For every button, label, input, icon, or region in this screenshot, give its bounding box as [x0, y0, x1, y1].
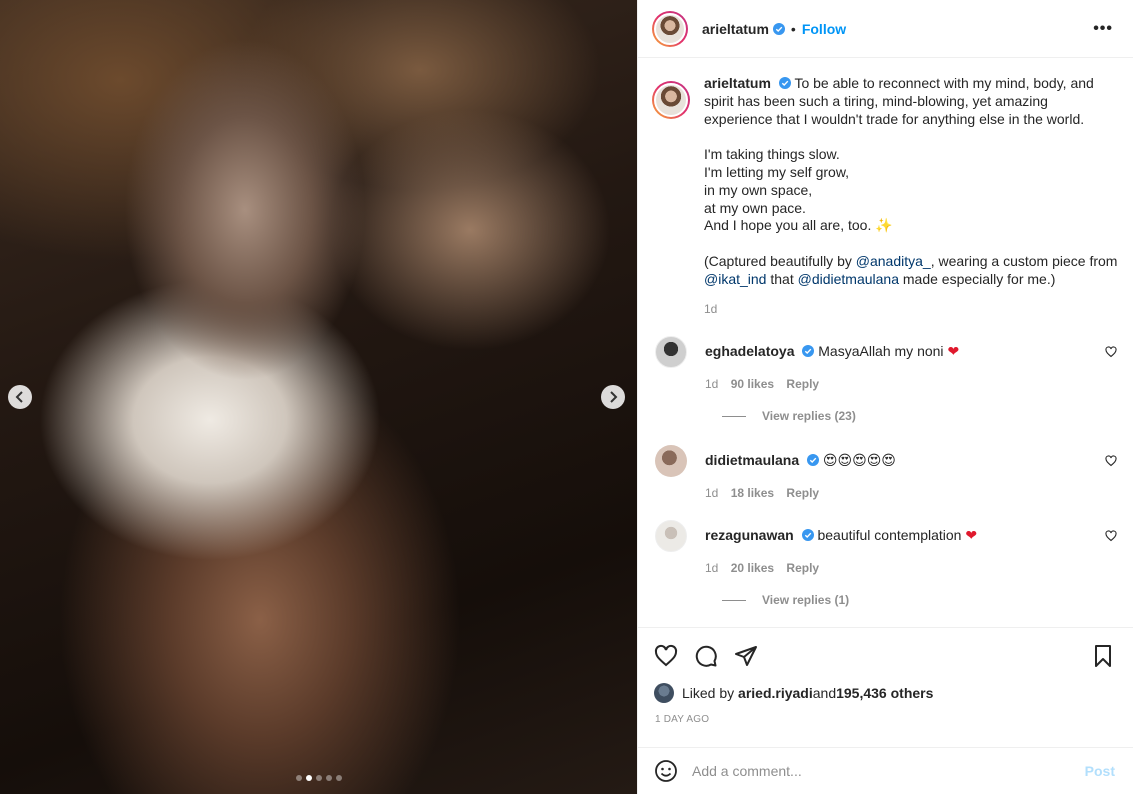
likes-prefix: Liked by — [682, 685, 735, 701]
comment-meta: 1d 18 likes Reply — [705, 484, 1095, 502]
caption-username[interactable]: arieltatum — [704, 75, 771, 91]
caption-credit-text: , wearing a custom piece from — [930, 252, 1118, 269]
comment-timestamp[interactable]: 1d — [705, 377, 718, 391]
post-photo[interactable] — [0, 0, 637, 794]
post-details-panel: arieltatum • Follow ••• arieltatum To be… — [637, 0, 1133, 794]
like-comment-heart-icon[interactable] — [1105, 346, 1117, 358]
commenter-avatar[interactable] — [655, 336, 687, 369]
caption-meta: 1d — [704, 301, 1119, 319]
comment-item: didietmaulana 😍😍😍😍😍 1d 18 likes Reply — [652, 445, 1119, 502]
comment-likes[interactable]: 20 likes — [731, 561, 774, 575]
caption-poem-line: at my own pace. — [704, 199, 806, 216]
caption-poem-line: I'm letting my self grow, — [704, 163, 850, 180]
caption-author-avatar[interactable] — [652, 81, 690, 119]
mention-link[interactable]: @anaditya_ — [856, 253, 931, 269]
comment-bubble-icon[interactable] — [694, 644, 718, 668]
heart-eyes-emoji: 😍😍😍😍😍 — [822, 453, 896, 470]
verified-badge-icon — [772, 22, 785, 35]
caption-poem-line: I'm taking things slow. — [704, 146, 840, 163]
author-avatar[interactable] — [652, 10, 688, 47]
caption-credit-text: that — [766, 270, 798, 287]
comment-meta: 1d 20 likes Reply — [705, 559, 1095, 577]
replies-divider — [722, 415, 746, 417]
verified-badge-icon — [801, 529, 814, 542]
mention-link[interactable]: @didietmaulana — [798, 271, 899, 287]
view-replies-button[interactable]: View replies (1) — [722, 593, 1119, 607]
next-photo-button[interactable] — [601, 385, 625, 409]
save-bookmark-icon[interactable] — [1091, 644, 1115, 668]
comment-text: beautiful contemplation — [817, 527, 962, 544]
mention-link[interactable]: @ikat_ind — [704, 271, 766, 287]
carousel-dot — [325, 775, 332, 781]
like-comment-heart-icon[interactable] — [1105, 530, 1117, 542]
likes-mid: and — [812, 685, 837, 701]
verified-badge-icon — [802, 345, 815, 358]
caption-timestamp[interactable]: 1d — [704, 302, 717, 316]
carousel-indicator — [0, 775, 637, 781]
carousel-dot — [315, 775, 322, 781]
comment-item: eghadelatoya MasyaAllah my noni ❤ 1d 90 … — [652, 336, 1119, 393]
view-replies-label: View replies (23) — [762, 409, 856, 424]
comment-meta: 1d 90 likes Reply — [705, 375, 1095, 393]
comment-text: MasyaAllah my noni — [818, 343, 944, 360]
liker-username[interactable]: aried.riyadi — [738, 685, 813, 701]
likes-summary: Liked by aried.riyadi and 195,436 others — [654, 683, 933, 703]
caption-credit-text: made especially for me.) — [899, 270, 1056, 287]
author-username[interactable]: arieltatum — [702, 21, 769, 37]
verified-badge-icon — [807, 454, 820, 467]
previous-photo-button[interactable] — [8, 385, 32, 409]
comment-item: rezagunawan beautiful contemplation ❤ 1d… — [652, 520, 1119, 577]
caption-text: arieltatum To be able to reconnect with … — [704, 75, 1119, 318]
comment-likes[interactable]: 90 likes — [731, 377, 774, 391]
comments-section[interactable]: arieltatum To be able to reconnect with … — [638, 59, 1133, 627]
like-heart-icon[interactable] — [654, 644, 678, 668]
commenter-username[interactable]: rezagunawan — [705, 527, 794, 543]
emoji-smiley-icon[interactable] — [654, 759, 678, 783]
carousel-dot — [335, 775, 342, 781]
view-replies-label: View replies (1) — [762, 593, 850, 608]
post-comment-button[interactable]: Post — [1085, 763, 1115, 779]
comment-timestamp[interactable]: 1d — [705, 486, 718, 500]
caption: arieltatum To be able to reconnect with … — [652, 75, 1119, 318]
follow-button[interactable]: Follow — [802, 21, 846, 37]
separator-dot: • — [790, 20, 796, 37]
commenter-username[interactable]: eghadelatoya — [705, 343, 794, 359]
chevron-right-icon — [610, 391, 618, 403]
comment-timestamp[interactable]: 1d — [705, 561, 718, 575]
share-paper-plane-icon[interactable] — [734, 644, 758, 668]
view-replies-button[interactable]: View replies (23) — [722, 409, 1119, 423]
commenter-avatar[interactable] — [655, 520, 687, 553]
reply-button[interactable]: Reply — [786, 486, 819, 500]
reply-button[interactable]: Reply — [786, 377, 819, 391]
carousel-dot — [295, 775, 302, 781]
like-comment-heart-icon[interactable] — [1105, 455, 1117, 467]
liker-avatar[interactable] — [654, 683, 674, 703]
reply-button[interactable]: Reply — [786, 561, 819, 575]
comment-likes[interactable]: 18 likes — [731, 486, 774, 500]
action-bar — [638, 627, 1133, 683]
red-heart-emoji: ❤ — [947, 344, 960, 361]
post-date[interactable]: 1 DAY AGO — [655, 714, 709, 725]
verified-badge-icon — [778, 77, 791, 89]
comment-input[interactable] — [692, 763, 1085, 779]
caption-credit-text: (Captured beautifully by — [704, 252, 856, 269]
chevron-left-icon — [15, 391, 23, 403]
red-heart-emoji: ❤ — [965, 528, 978, 545]
replies-divider — [722, 599, 746, 601]
carousel-dot-active — [305, 775, 312, 781]
caption-poem-line: in my own space, — [704, 181, 813, 198]
commenter-username[interactable]: didietmaulana — [705, 452, 799, 468]
likes-others-link[interactable]: 195,436 others — [836, 685, 933, 701]
post-header: arieltatum • Follow ••• — [638, 0, 1133, 58]
caption-poem-line: And I hope you all are, too. ✨ — [704, 217, 893, 234]
add-comment-bar: Post — [638, 747, 1133, 794]
more-options-icon[interactable]: ••• — [1093, 20, 1113, 38]
commenter-avatar[interactable] — [655, 445, 687, 478]
